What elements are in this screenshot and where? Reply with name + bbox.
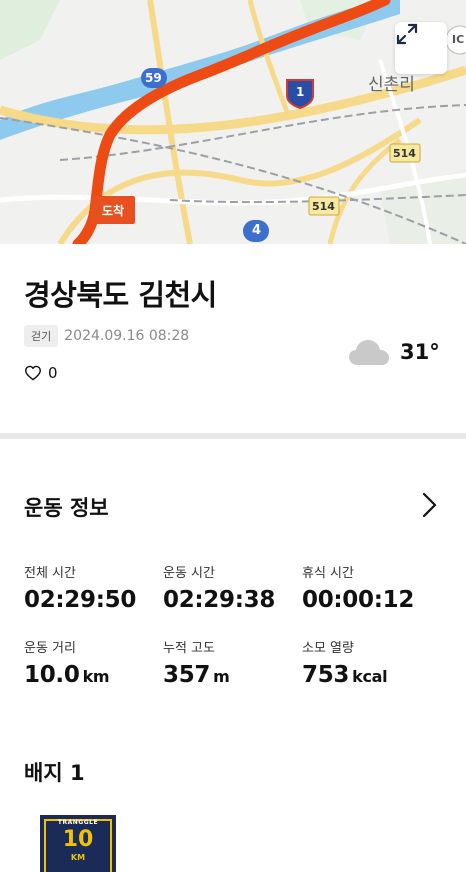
activity-meta: 걷기 2024.09.16 08:28 <box>24 325 189 347</box>
stat-label: 누적 고도 <box>163 641 215 656</box>
interchange-label: IC <box>452 33 465 46</box>
stat-elevation: 누적 고도 357 m <box>163 637 230 688</box>
stat-value: 02:29:50 <box>24 587 136 613</box>
stat-value: 00:00:12 <box>302 587 414 613</box>
section-divider <box>0 433 466 439</box>
stat-number: 357 <box>163 662 211 688</box>
stat-value: 753 kcal <box>302 662 388 688</box>
stat-distance: 운동 거리 10.0 km <box>24 637 110 688</box>
stat-unit: m <box>213 667 230 686</box>
stat-number: 02:29:50 <box>24 587 137 613</box>
cloud-icon <box>349 340 389 365</box>
route-514-label-a: 514 <box>393 147 416 160</box>
temperature: 31° <box>400 340 440 364</box>
distance-badge[interactable]: TRANGGLE 10 KM <box>40 815 116 872</box>
activity-type-tag: 걷기 <box>24 325 59 347</box>
route-map[interactable]: 59 4 1 514 514 신촌리 IC 도착 <box>0 0 466 244</box>
badge-number: 10 <box>62 827 94 852</box>
stat-number: 02:29:38 <box>163 587 276 613</box>
chevron-right-icon <box>422 492 437 518</box>
expand-icon <box>396 23 418 45</box>
stat-unit: kcal <box>352 667 388 686</box>
stat-label: 전체 시간 <box>24 566 76 581</box>
stat-calories: 소모 열량 753 kcal <box>302 637 388 688</box>
like-button[interactable]: 0 <box>24 364 58 382</box>
route-4-label: 4 <box>252 223 262 238</box>
stat-number: 753 <box>302 662 350 688</box>
stat-total-time: 전체 시간 02:29:50 <box>24 562 136 613</box>
badges-title: 배지 1 <box>24 761 85 785</box>
badge-brand: TRANGGLE <box>57 819 99 826</box>
route-1-label: 1 <box>296 85 305 99</box>
stat-unit: km <box>82 667 110 686</box>
stat-number: 10.0 <box>24 662 80 688</box>
stat-label: 소모 열량 <box>302 641 354 656</box>
stat-rest-time: 휴식 시간 00:00:12 <box>302 562 414 613</box>
weather-info: 31° <box>348 338 440 366</box>
heart-icon <box>25 365 41 381</box>
route-59-label: 59 <box>145 71 162 85</box>
like-count: 0 <box>48 364 58 382</box>
badge-unit: KM <box>70 853 86 862</box>
expand-map-button[interactable] <box>395 22 447 74</box>
stat-number: 00:00:12 <box>302 587 415 613</box>
exercise-info-title: 운동 정보 <box>24 496 109 520</box>
exercise-detail-button[interactable] <box>418 492 440 522</box>
route-514-label-b: 514 <box>312 200 335 213</box>
location-title: 경상북도 김천시 <box>24 278 217 312</box>
stat-value: 02:29:38 <box>163 587 275 613</box>
activity-datetime: 2024.09.16 08:28 <box>64 328 190 344</box>
stat-label: 운동 거리 <box>24 641 76 656</box>
stat-exercise-time: 운동 시간 02:29:38 <box>163 562 275 613</box>
stat-label: 운동 시간 <box>163 566 215 581</box>
arrive-marker: 도착 <box>91 196 135 224</box>
stat-label: 휴식 시간 <box>302 566 354 581</box>
stat-value: 357 m <box>163 662 230 688</box>
stat-value: 10.0 km <box>24 662 110 688</box>
